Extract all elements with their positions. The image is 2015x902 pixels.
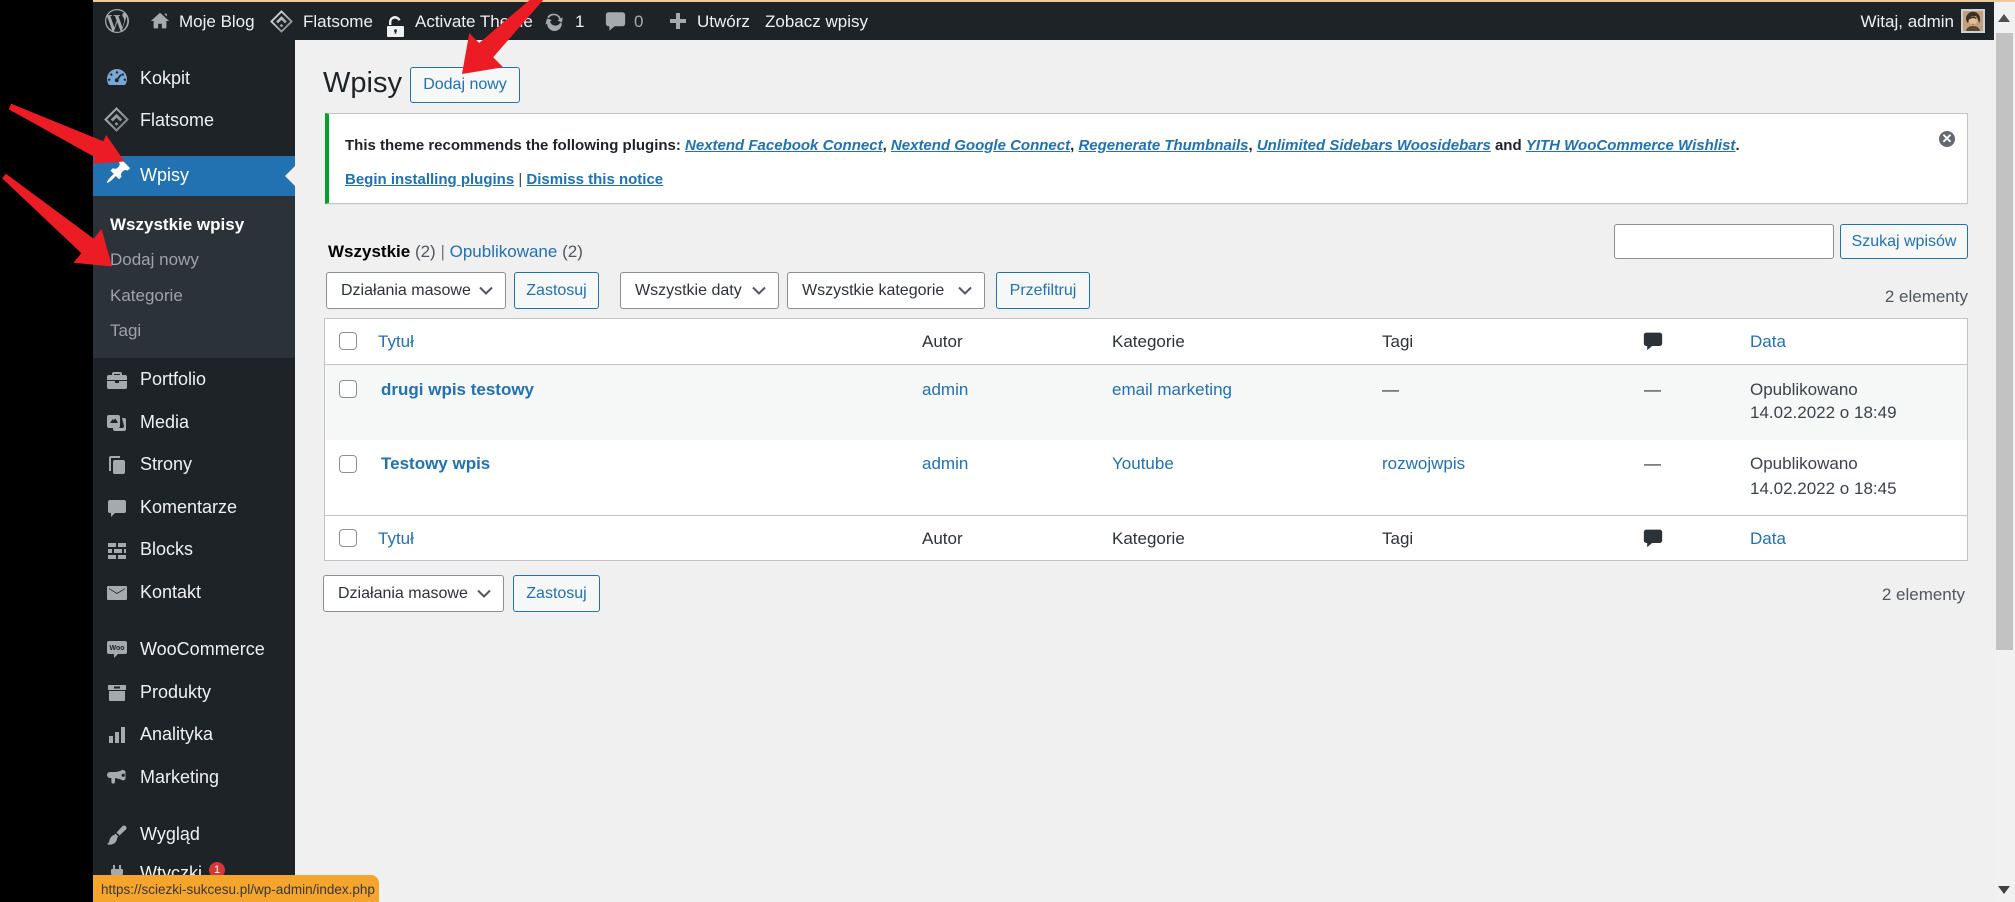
svg-text:Woo: Woo <box>109 645 124 652</box>
